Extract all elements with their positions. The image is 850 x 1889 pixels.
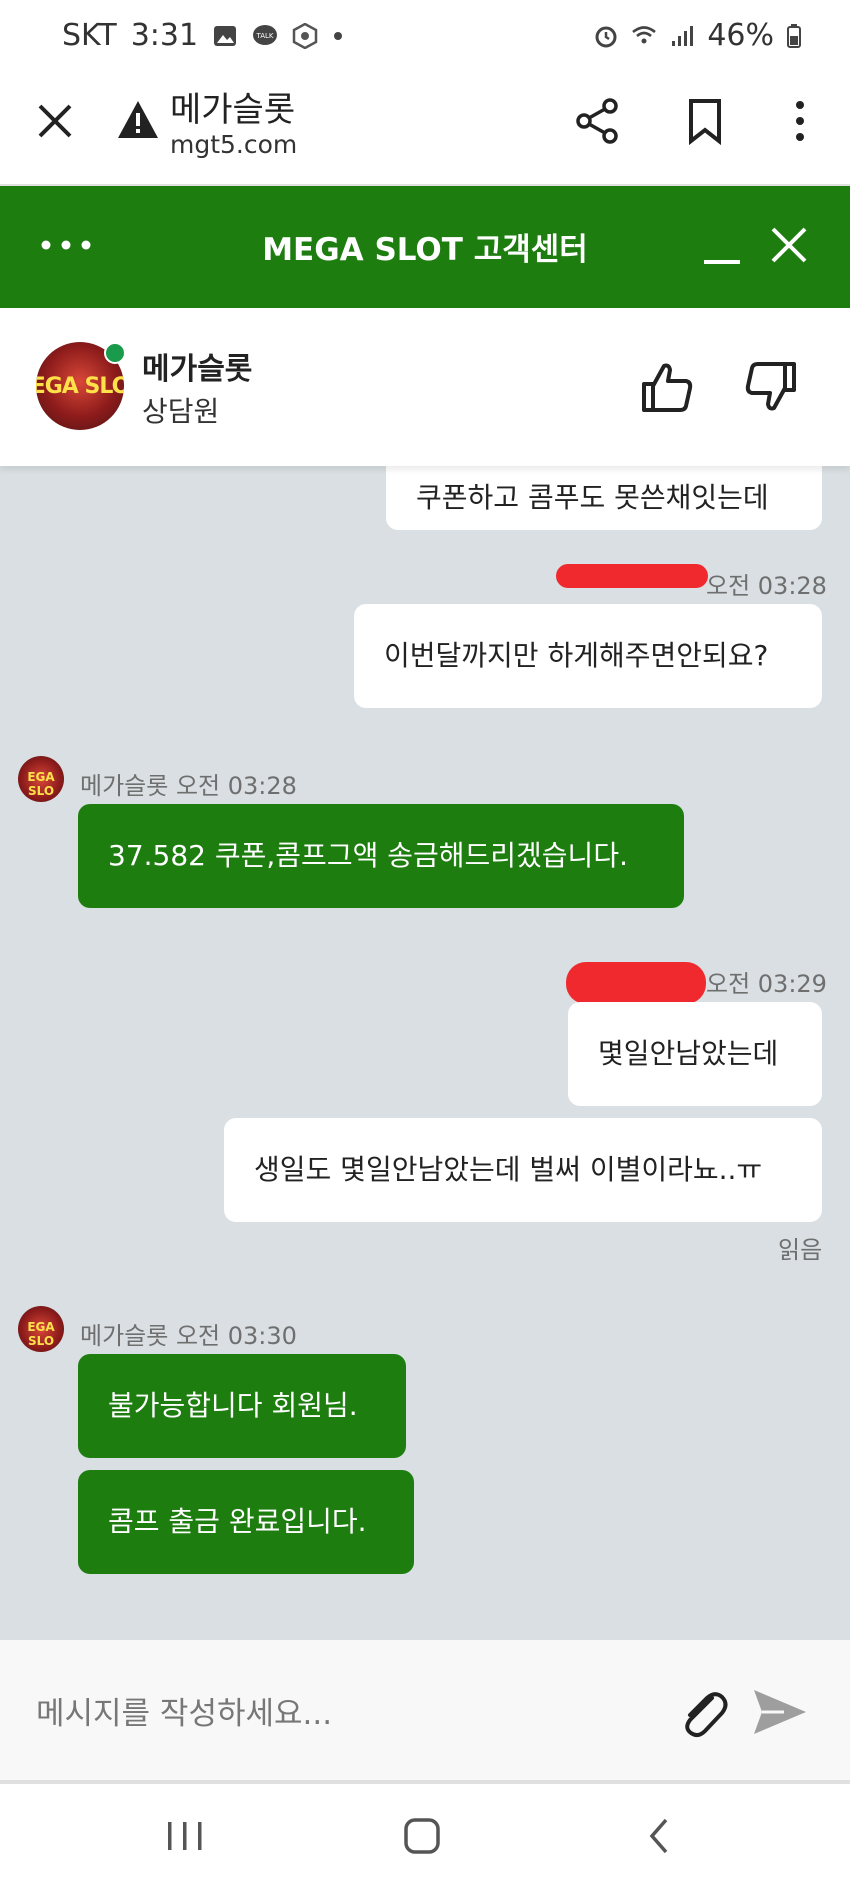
agent-card: EGA SLO 메가슬롯 상담원 bbox=[0, 308, 850, 466]
thumbs-up-icon[interactable] bbox=[640, 360, 694, 414]
system-nav-bar bbox=[0, 1784, 850, 1889]
read-receipt: 읽음 bbox=[778, 1236, 823, 1264]
app-notification-icon bbox=[292, 22, 318, 49]
status-bar: SKT 3:31 TALK 46% bbox=[0, 0, 850, 72]
signal-icon bbox=[672, 25, 694, 46]
user-message-bubble: 생일도 몇일안남았는데 벌써 이별이라뇨..ㅠ bbox=[224, 1118, 822, 1222]
svg-text:TALK: TALK bbox=[256, 32, 274, 40]
user-message-bubble: 이번달까지만 하게해주면안되요? bbox=[354, 604, 822, 708]
message-sender: 메가슬롯 오전 03:28 bbox=[80, 766, 297, 801]
warning-icon[interactable] bbox=[116, 98, 160, 142]
avatar-logo-text: EGA SLO bbox=[36, 374, 124, 399]
message-time: 오전 03:30 bbox=[175, 1322, 297, 1350]
agent-mini-avatar: EGA SLO bbox=[18, 756, 64, 802]
clock: 3:31 bbox=[130, 18, 199, 53]
user-message-bubble: 쿠폰하고 콤푸도 못쓴채잇는데 bbox=[386, 466, 822, 530]
gallery-notification-icon bbox=[214, 25, 237, 46]
agent-message-bubble: 불가능합니다 회원님. bbox=[78, 1354, 406, 1458]
bookmark-icon[interactable] bbox=[682, 96, 728, 146]
online-status-dot bbox=[104, 342, 126, 364]
chat-messages[interactable]: 쿠폰하고 콤푸도 못쓴채잇는데 오전 03:28 이번달까지만 하게해주면안되요… bbox=[0, 466, 850, 1640]
agent-role: 상담원 bbox=[142, 395, 220, 428]
minimize-icon[interactable] bbox=[700, 226, 744, 270]
battery-icon bbox=[787, 23, 801, 48]
agent-name: 메가슬롯 bbox=[142, 352, 253, 387]
message-composer: 메시지를 작성하세요... bbox=[0, 1640, 850, 1784]
wifi-icon bbox=[632, 25, 657, 43]
notification-dot-icon bbox=[334, 31, 343, 40]
agent-message-bubble: 콤프 출금 완료입니다. bbox=[78, 1470, 414, 1574]
message-sender: 메가슬롯 오전 03:30 bbox=[80, 1316, 297, 1351]
battery-percent: 46% bbox=[707, 18, 774, 53]
browser-toolbar: 메가슬롯 mgt5.com bbox=[0, 72, 850, 186]
sender-name: 메가슬롯 bbox=[80, 1322, 169, 1350]
paperclip-icon[interactable] bbox=[676, 1686, 732, 1742]
page-url[interactable]: mgt5.com bbox=[170, 130, 297, 159]
user-message-bubble: 몇일안남았는데 bbox=[568, 1002, 822, 1106]
close-icon[interactable] bbox=[32, 98, 78, 144]
message-input[interactable]: 메시지를 작성하세요... bbox=[36, 1688, 332, 1733]
thumbs-down-icon[interactable] bbox=[744, 360, 798, 414]
agent-message-bubble: 37.582 쿠폰,콤프그액 송금해드리겠습니다. bbox=[78, 804, 684, 908]
close-chat-icon[interactable] bbox=[766, 222, 812, 268]
back-icon[interactable] bbox=[642, 1814, 676, 1858]
send-icon[interactable] bbox=[750, 1684, 810, 1740]
recents-icon[interactable] bbox=[160, 1814, 210, 1858]
carrier-label: SKT bbox=[62, 18, 117, 53]
message-time: 오전 03:28 bbox=[175, 772, 297, 800]
chat-header: MEGA SLOT 고객센터 bbox=[0, 186, 850, 308]
kakaotalk-notification-icon: TALK bbox=[253, 24, 278, 45]
redacted-sender-name bbox=[556, 564, 708, 588]
home-icon[interactable] bbox=[400, 1814, 444, 1858]
agent-mini-avatar: EGA SLO bbox=[18, 1306, 64, 1352]
sender-name: 메가슬롯 bbox=[80, 772, 169, 800]
page-title: 메가슬롯 bbox=[170, 90, 296, 130]
more-vert-icon[interactable] bbox=[782, 96, 818, 146]
alarm-icon bbox=[595, 26, 617, 47]
redacted-sender-name bbox=[566, 962, 706, 1004]
share-icon[interactable] bbox=[572, 96, 622, 146]
message-time: 오전 03:28 bbox=[706, 572, 827, 600]
message-time: 오전 03:29 bbox=[706, 970, 827, 998]
